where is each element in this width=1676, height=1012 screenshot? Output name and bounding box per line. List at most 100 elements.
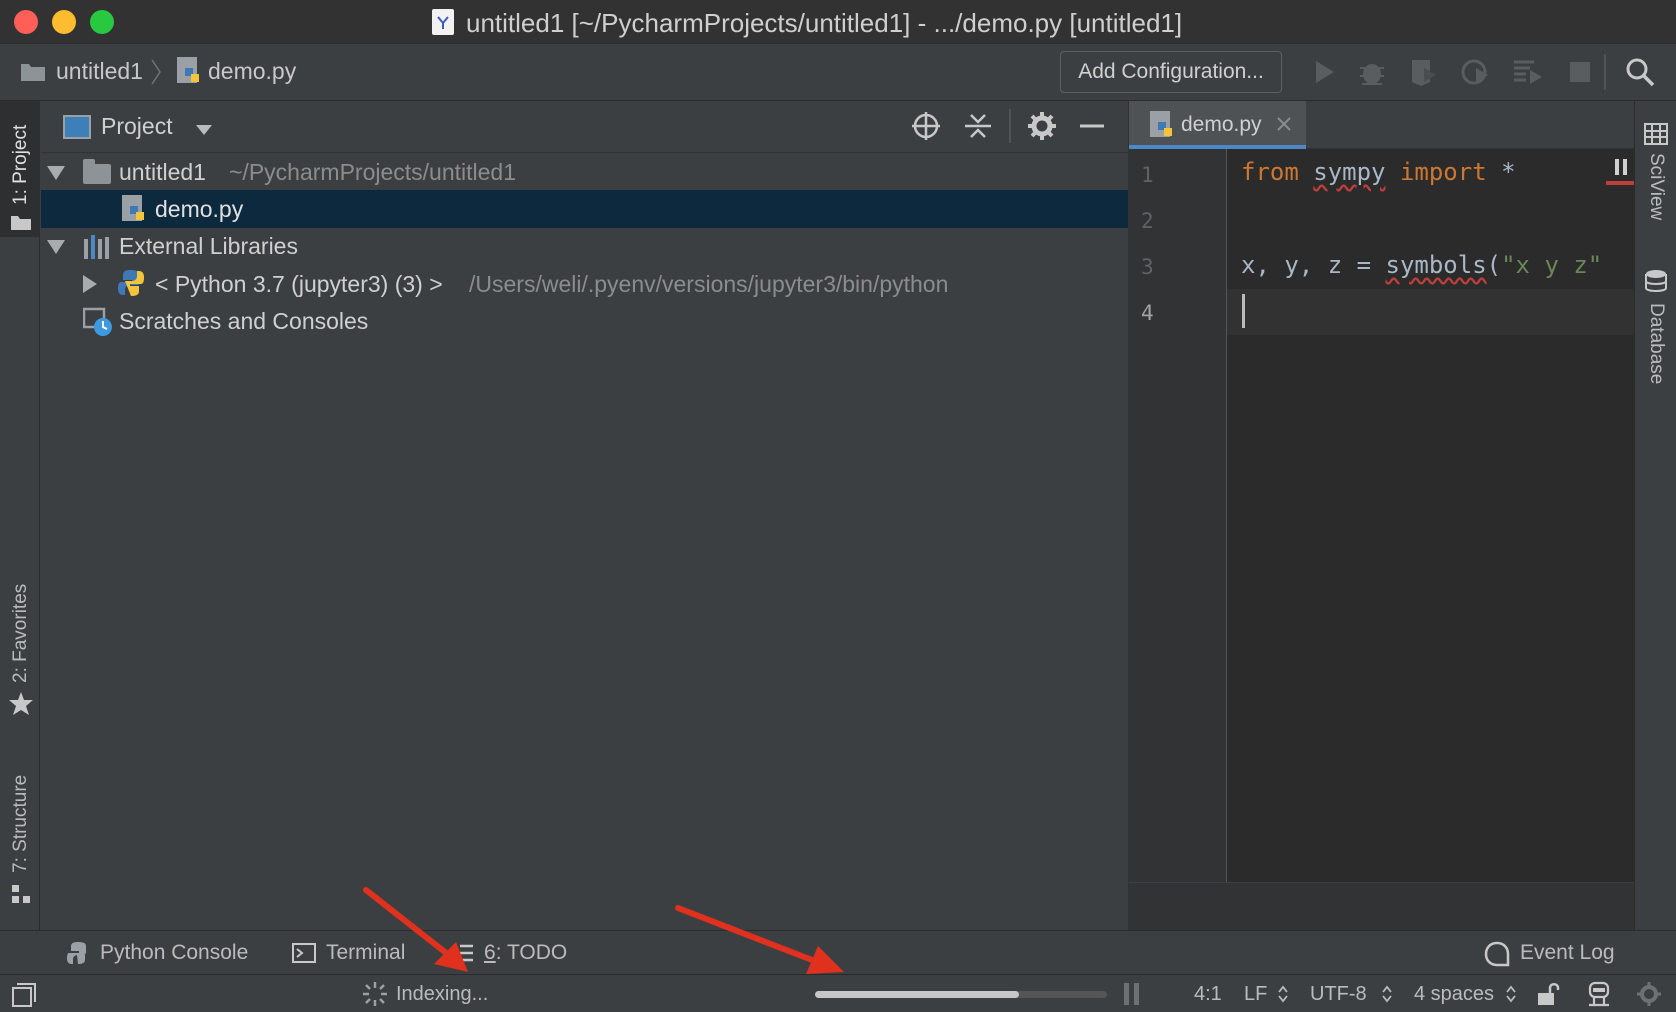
- editor-breadcrumb-area: [1129, 882, 1635, 930]
- breadcrumb-project[interactable]: untitled1: [56, 58, 143, 85]
- line-number: 2: [1141, 209, 1154, 233]
- gear-icon[interactable]: [1027, 111, 1057, 141]
- current-line-highlight: [1227, 289, 1635, 335]
- todo-tab[interactable]: 6: TODO: [484, 941, 567, 965]
- tree-row-root[interactable]: untitled1 ~/PycharmProjects/untitled1: [41, 153, 1128, 191]
- database-icon: [1644, 269, 1668, 293]
- tab-sciview[interactable]: SciView: [1645, 153, 1667, 220]
- caret-position[interactable]: 4:1: [1194, 983, 1222, 1006]
- document-icon: [432, 9, 454, 35]
- concurrency-icon[interactable]: [1512, 56, 1544, 88]
- editor-area: demo.py 1 2 3 4 from sympy import * x, y…: [1128, 101, 1635, 930]
- add-configuration-button[interactable]: Add Configuration...: [1060, 51, 1282, 93]
- todo-label: : TODO: [495, 941, 568, 964]
- close-icon[interactable]: [1275, 115, 1293, 133]
- hide-panel-icon[interactable]: [1077, 111, 1107, 141]
- expand-arrow-icon[interactable]: [47, 240, 65, 254]
- demo-file-name: demo.py: [155, 196, 244, 222]
- structure-icon: [10, 883, 32, 905]
- line-number-gutter: 1 2 3 4: [1129, 149, 1227, 882]
- scratches-label: Scratches and Consoles: [119, 308, 369, 334]
- indexing-progress-fill: [815, 991, 1020, 998]
- debug-icon[interactable]: [1356, 56, 1388, 88]
- indexing-progress-bar: [815, 991, 1107, 998]
- coverage-icon[interactable]: [1408, 56, 1440, 88]
- python-sdk-path: /Users/weli/.pyenv/versions/jupyter3/bin…: [469, 271, 949, 297]
- line-separator[interactable]: LF: [1244, 983, 1267, 1006]
- tab-structure[interactable]: 7: Structure: [10, 775, 32, 873]
- todo-shortcut-number: 6: [484, 941, 496, 964]
- tree-row-external-libraries[interactable]: External Libraries: [41, 227, 1128, 265]
- code-line-1[interactable]: from sympy import *: [1241, 158, 1516, 186]
- python-file-icon: [1149, 110, 1175, 140]
- indexing-status[interactable]: Indexing...: [396, 983, 488, 1006]
- gear-icon[interactable]: [1636, 981, 1662, 1007]
- error-stripe-marker[interactable]: [1606, 181, 1635, 185]
- pause-indexing-icon[interactable]: [1122, 981, 1142, 1007]
- folder-icon: [10, 213, 32, 231]
- root-folder-name: untitled1: [119, 159, 206, 185]
- toolbar-divider: [1604, 54, 1606, 90]
- python-file-icon: [121, 194, 147, 224]
- tree-row-demo-file[interactable]: demo.py: [41, 190, 1128, 228]
- stop-icon[interactable]: [1564, 56, 1596, 88]
- tab-project[interactable]: 1: Project: [10, 125, 32, 205]
- star-icon: [8, 691, 34, 717]
- breadcrumb-file[interactable]: demo.py: [208, 58, 296, 85]
- breadcrumb-separator-icon: [150, 58, 162, 86]
- file-encoding[interactable]: UTF-8: [1310, 983, 1367, 1006]
- assignment-targets: x, y, z =: [1241, 251, 1386, 279]
- root-folder-path: ~/PycharmProjects/untitled1: [229, 159, 516, 185]
- terminal-icon: [292, 943, 316, 963]
- pause-marker-icon: [1613, 157, 1629, 177]
- tree-row-scratches[interactable]: Scratches and Consoles: [41, 302, 1128, 340]
- left-tool-strip: 1: Project 2: Favorites 7: Structure: [0, 101, 40, 930]
- spinner-icon: [362, 981, 388, 1007]
- expand-arrow-icon[interactable]: [47, 166, 65, 180]
- tab-favorites[interactable]: 2: Favorites: [10, 584, 32, 683]
- unlock-icon[interactable]: [1536, 981, 1560, 1007]
- editor-tab-demo[interactable]: demo.py: [1129, 101, 1306, 149]
- project-view-title[interactable]: Project: [101, 113, 173, 140]
- folder-icon: [83, 159, 111, 184]
- collapsed-arrow-icon[interactable]: [83, 275, 97, 293]
- import-star: *: [1501, 158, 1516, 186]
- annotation-arrow-indexing: [363, 887, 468, 972]
- zoom-window-button[interactable]: [90, 10, 114, 34]
- window-title: untitled1 [~/PycharmProjects/untitled1] …: [466, 8, 1183, 38]
- tree-row-python-sdk[interactable]: < Python 3.7 (jupyter3) (3) > /Users/wel…: [41, 265, 1128, 303]
- keyword-from: from: [1241, 158, 1299, 186]
- string-literal: "x y z": [1501, 251, 1603, 279]
- updown-chevron-icon: [1382, 985, 1392, 1003]
- code-line-3[interactable]: x, y, z = symbols("x y z": [1241, 251, 1602, 279]
- search-icon[interactable]: [1624, 56, 1656, 88]
- python-console-tab[interactable]: Python Console: [100, 941, 248, 965]
- python-icon: [117, 269, 145, 297]
- run-icon[interactable]: [1308, 56, 1340, 88]
- locate-file-icon[interactable]: [911, 111, 941, 141]
- collapse-all-icon[interactable]: [963, 111, 993, 141]
- toggle-tool-windows-icon[interactable]: [12, 983, 36, 1007]
- right-tool-strip: SciView Database: [1634, 101, 1676, 930]
- event-log-tab[interactable]: Event Log: [1520, 941, 1615, 965]
- tab-database[interactable]: Database: [1645, 303, 1667, 384]
- external-libraries-label: External Libraries: [119, 233, 298, 259]
- header-divider: [1009, 109, 1011, 143]
- python-console-icon: [66, 941, 90, 965]
- project-panel: Project untitled1 ~/PycharmProjects/unti…: [41, 101, 1128, 930]
- minimize-window-button[interactable]: [52, 10, 76, 34]
- python-file-icon: [176, 56, 202, 86]
- profile-icon[interactable]: [1460, 56, 1492, 88]
- chevron-down-icon[interactable]: [195, 123, 213, 135]
- module-name: sympy: [1313, 158, 1386, 186]
- updown-chevron-icon: [1278, 985, 1288, 1003]
- project-view-icon: [63, 115, 91, 139]
- close-window-button[interactable]: [14, 10, 38, 34]
- indent-setting[interactable]: 4 spaces: [1414, 983, 1494, 1006]
- text-caret: [1242, 294, 1245, 328]
- libraries-icon: [83, 233, 111, 259]
- inspector-icon[interactable]: [1586, 981, 1612, 1007]
- folder-icon: [20, 60, 46, 82]
- line-number: 3: [1141, 255, 1154, 279]
- editor-tab-label: demo.py: [1181, 113, 1262, 136]
